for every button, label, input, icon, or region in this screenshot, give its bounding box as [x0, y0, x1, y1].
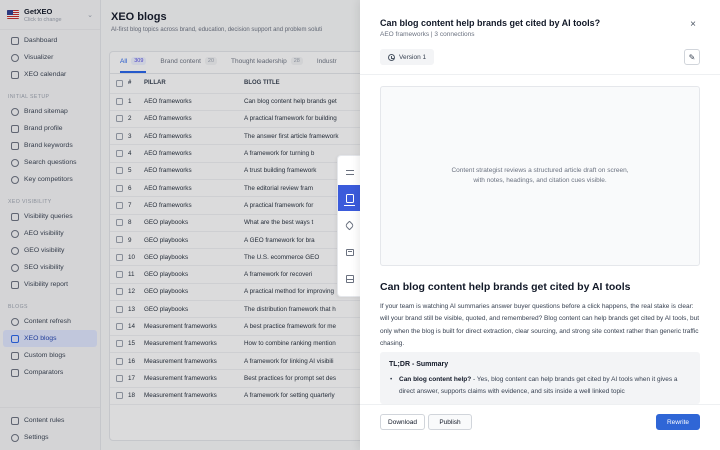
tldr-title: TL;DR - Summary — [389, 361, 449, 368]
version-label: Version 1 — [399, 53, 427, 61]
image-tool-button[interactable] — [338, 239, 361, 265]
close-icon[interactable]: × — [688, 20, 698, 30]
article-title: Can blog content help brands get cited b… — [380, 281, 631, 293]
rewrite-button[interactable]: Rewrite — [656, 414, 700, 430]
document-tool-button[interactable] — [338, 185, 361, 211]
history-icon — [388, 53, 395, 61]
sliders-icon — [345, 169, 354, 176]
drawer-meta: AEO frameworks | 3 connections — [380, 31, 475, 38]
document-icon — [345, 193, 354, 203]
image-icon — [345, 248, 354, 256]
layout-icon — [345, 275, 354, 283]
version-selector[interactable]: Version 1 — [380, 49, 435, 65]
adjust-tool-button[interactable] — [338, 159, 361, 185]
featured-image-placeholder: Content strategist reviews a structured … — [380, 86, 700, 266]
image-description: Content strategist reviews a structured … — [451, 167, 629, 184]
editor-tool-rail — [337, 155, 361, 297]
layout-tool-button[interactable] — [338, 266, 361, 292]
tldr-item: Can blog content help? - Yes, blog conte… — [389, 374, 691, 398]
tag-icon — [344, 220, 355, 230]
modal-backdrop[interactable] — [0, 0, 360, 450]
tag-tool-button[interactable] — [338, 212, 361, 238]
blog-detail-drawer: Can blog content help brands get cited b… — [360, 0, 720, 450]
drawer-title: Can blog content help brands get cited b… — [380, 18, 601, 28]
tldr-summary: TL;DR - Summary Can blog content help? -… — [380, 352, 700, 404]
article-intro: If your team is watching AI summaries an… — [380, 303, 700, 347]
edit-button[interactable]: ✎ — [684, 49, 700, 65]
publish-button[interactable]: Publish — [428, 414, 472, 430]
pencil-icon: ✎ — [688, 52, 696, 62]
download-button[interactable]: Download — [380, 414, 425, 430]
